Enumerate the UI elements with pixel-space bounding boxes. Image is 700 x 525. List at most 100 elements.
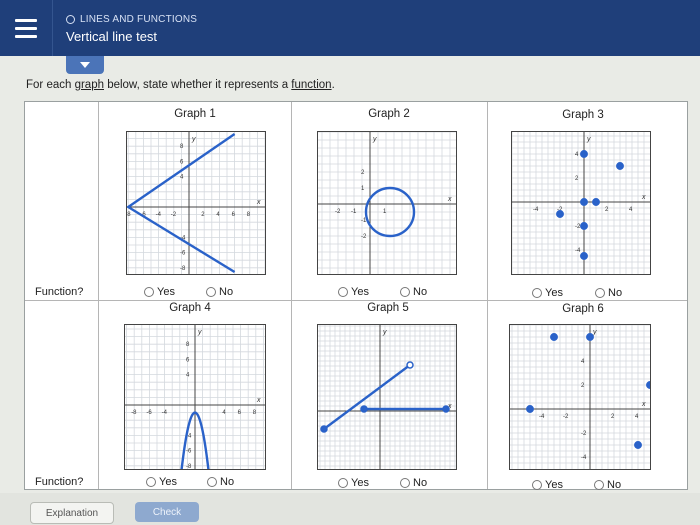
instruction-middle: below, state whether it represents a [104, 79, 292, 91]
yes-radio[interactable]: Yes [144, 286, 175, 298]
y-tick-label: 8 [180, 144, 184, 150]
x-axis-label: x [641, 401, 646, 408]
radio-circle-icon [146, 477, 156, 487]
graph-segment [323, 364, 411, 430]
topic-row: LINES AND FUNCTIONS [66, 14, 197, 25]
data-point [526, 405, 534, 413]
yes-radio[interactable]: Yes [338, 477, 369, 489]
graph-1-plot: xy-8-6-4-22468864-4-6-8 [126, 131, 266, 275]
yes-label: Yes [157, 286, 175, 298]
graph-caption: Graph 6 [562, 303, 604, 315]
x-axis-label: x [447, 196, 452, 203]
segment-endpoint [442, 405, 450, 413]
radio-circle-icon [144, 287, 154, 297]
yes-label: Yes [159, 476, 177, 488]
header-bar: LINES AND FUNCTIONS Vertical line test [0, 0, 700, 56]
page-title: Vertical line test [66, 29, 158, 44]
y-tick-label: -4 [581, 455, 587, 461]
yes-radio[interactable]: Yes [338, 286, 369, 298]
no-label: No [413, 286, 428, 298]
topic-label: LINES AND FUNCTIONS [80, 14, 198, 25]
graph-svg: xy-8-6-4-22468864-4-6-8 [127, 132, 265, 274]
y-tick-label: -4 [575, 248, 581, 254]
yes-label: Yes [545, 479, 563, 491]
y-axis-label: y [586, 136, 591, 143]
hamburger-icon-line [15, 34, 37, 38]
data-point [646, 381, 650, 389]
no-radio[interactable]: No [400, 286, 427, 298]
radio-circle-icon [400, 478, 410, 488]
row-label-function: Function? [35, 286, 84, 298]
chevron-down-icon [80, 62, 90, 68]
segment-endpoint [320, 425, 328, 433]
yes-radio[interactable]: Yes [146, 476, 177, 488]
yes-radio[interactable]: Yes [532, 287, 563, 299]
x-tick-label: -8 [131, 410, 137, 416]
function-link[interactable]: function [291, 79, 331, 91]
x-tick-label: -2 [171, 212, 177, 218]
data-point [592, 198, 600, 206]
data-point [550, 333, 558, 341]
no-label: No [608, 287, 623, 299]
menu-button[interactable] [0, 0, 53, 56]
hamburger-icon-line [15, 26, 37, 30]
segment-endpoint [406, 361, 414, 369]
no-label: No [219, 286, 234, 298]
graph-caption: Graph 5 [367, 302, 409, 314]
graph-link[interactable]: graph [75, 79, 104, 91]
graph-2-plot: x y -2 -1 1 2 1 -1 -2 [317, 131, 457, 275]
y-axis-label: y [382, 329, 387, 336]
graph-caption: Graph 1 [174, 108, 216, 120]
yes-label: Yes [545, 287, 563, 299]
no-label: No [607, 479, 622, 491]
no-radio[interactable]: No [206, 286, 233, 298]
instruction-prefix: For each [26, 79, 75, 91]
x-axis-label: x [256, 397, 261, 404]
y-tick-label: -2 [575, 224, 581, 230]
x-tick-label: -2 [563, 414, 569, 420]
y-axis-label: y [191, 136, 196, 143]
segment-endpoint [360, 405, 368, 413]
no-radio[interactable]: No [595, 287, 622, 299]
table-divider [291, 102, 292, 489]
y-tick-label: -8 [186, 464, 192, 469]
data-point [580, 150, 588, 158]
radio-circle-icon [206, 287, 216, 297]
no-radio[interactable]: No [400, 477, 427, 489]
graph-5-plot: xy [317, 324, 457, 470]
data-point [580, 198, 588, 206]
no-radio[interactable]: No [207, 476, 234, 488]
no-label: No [220, 476, 235, 488]
no-radio[interactable]: No [594, 479, 621, 491]
graph-svg: xy-4 -2 2 442-2-4 [510, 325, 650, 469]
expand-toggle[interactable] [66, 56, 104, 74]
instruction-text: For each graph below, state whether it r… [26, 79, 335, 91]
data-point [580, 252, 588, 260]
radio-circle-icon [338, 287, 348, 297]
yes-radio[interactable]: Yes [532, 479, 563, 491]
y-tick-label: 1 [361, 186, 365, 192]
data-point [580, 222, 588, 230]
y-tick-label: 4 [180, 175, 184, 181]
y-tick-label: -2 [581, 431, 587, 437]
yes-label: Yes [351, 286, 369, 298]
table-divider [98, 102, 99, 489]
radio-circle-icon [532, 480, 542, 490]
x-tick-label: -2 [335, 209, 341, 215]
data-point [556, 210, 564, 218]
graph-6-plot: x y -4 -2 2 4 4 2 -2 -4 [509, 324, 651, 470]
graph-4-plot: x y -8 -6 -4 4 6 8 8 6 4 -4 -6 -8 [124, 324, 266, 470]
graph-svg: xy-2 -1 121-1-2 [318, 132, 456, 274]
data-point [634, 441, 642, 449]
graph-svg: xy [318, 325, 456, 469]
explanation-button[interactable]: Explanation [30, 502, 114, 524]
x-tick-label: -4 [156, 212, 162, 218]
hamburger-icon-line [15, 18, 37, 22]
check-button[interactable]: Check [135, 502, 199, 522]
x-axis-label: x [256, 199, 261, 206]
y-tick-label: 6 [186, 357, 190, 363]
graph-3-plot: x y -4 -2 2 4 4 2 -2 -4 [511, 131, 651, 275]
row-label-function: Function? [35, 476, 84, 488]
y-axis-label: y [197, 329, 202, 336]
instruction-suffix: . [331, 79, 335, 91]
